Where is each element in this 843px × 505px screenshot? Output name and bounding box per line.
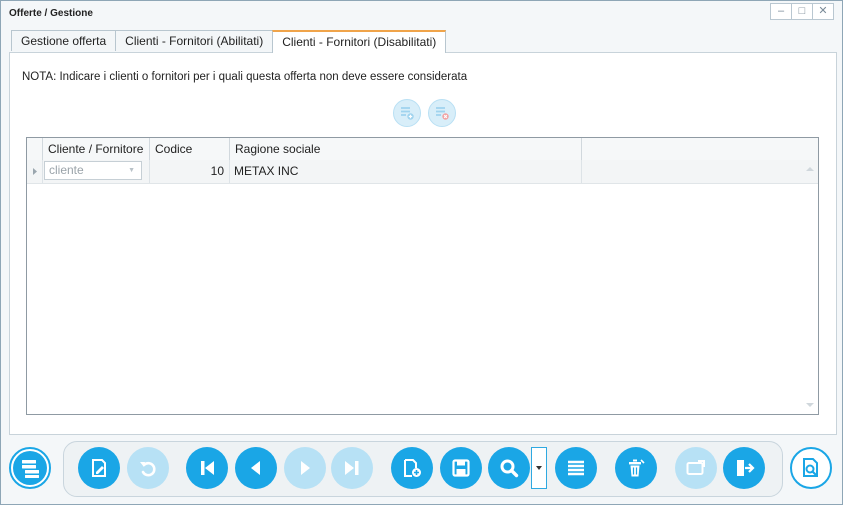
- add-list-button[interactable]: [393, 99, 421, 127]
- undo-button[interactable]: [127, 447, 169, 489]
- previous-button[interactable]: [235, 447, 277, 489]
- save-icon: [452, 459, 470, 477]
- column-header-cliente-fornitore[interactable]: Cliente / Fornitore: [43, 138, 150, 160]
- tab-gestione-offerta[interactable]: Gestione offerta: [11, 30, 117, 51]
- save-button[interactable]: [440, 447, 482, 489]
- next-icon: [301, 461, 310, 475]
- remove-list-button[interactable]: [428, 99, 456, 127]
- edit-document-icon: [92, 459, 106, 477]
- table-row[interactable]: cliente ▼ 10 METAX INC: [27, 160, 818, 184]
- search-icon: [500, 459, 519, 478]
- last-icon: [345, 461, 359, 475]
- first-icon: [201, 461, 214, 475]
- last-button[interactable]: [331, 447, 373, 489]
- menu-button[interactable]: [9, 447, 51, 489]
- cell-ragione-sociale: METAX INC: [230, 160, 582, 183]
- menu-grid-icon: [22, 460, 39, 478]
- list-icon: [568, 460, 584, 476]
- previous-icon: [251, 461, 260, 475]
- add-list-icon: [401, 107, 414, 120]
- tipo-combo[interactable]: cliente ▼: [44, 161, 142, 180]
- preview-button[interactable]: [790, 447, 832, 489]
- row-indicator-header: [27, 138, 43, 160]
- menu-button-inner: [13, 451, 47, 485]
- tab-clienti-fornitori-abilitati[interactable]: Clienti - Fornitori (Abilitati): [115, 30, 274, 51]
- document-search-icon: [803, 458, 818, 477]
- title-bar: Offerte / Gestione – □ ✕: [1, 1, 842, 25]
- transfer-button[interactable]: [675, 447, 717, 489]
- row-indicator: [27, 160, 43, 183]
- tipo-combo-value: cliente: [49, 163, 84, 177]
- note-text: NOTA: Indicare i clienti o fornitori per…: [22, 71, 468, 83]
- minimize-button[interactable]: –: [770, 3, 792, 20]
- window-controls: – □ ✕: [770, 3, 834, 20]
- window-title: Offerte / Gestione: [9, 8, 93, 19]
- edit-button[interactable]: [78, 447, 120, 489]
- exit-button[interactable]: [723, 447, 765, 489]
- transfer-card-icon: [686, 460, 705, 475]
- undo-icon: [140, 461, 156, 477]
- tab-clienti-fornitori-disabilitati[interactable]: Clienti - Fornitori (Disabilitati): [272, 30, 447, 53]
- column-header-ragione-sociale[interactable]: Ragione sociale: [230, 138, 582, 160]
- data-grid: Cliente / Fornitore Codice Ragione socia…: [26, 137, 819, 415]
- new-document-icon: [404, 459, 421, 477]
- cell-cliente-fornitore: cliente ▼: [43, 160, 150, 183]
- next-button[interactable]: [284, 447, 326, 489]
- first-button[interactable]: [186, 447, 228, 489]
- panel-actions: [393, 99, 456, 127]
- cell-codice: 10: [150, 160, 230, 183]
- grid-header: Cliente / Fornitore Codice Ragione socia…: [27, 138, 818, 161]
- scroll-up-icon: [806, 167, 814, 171]
- remove-list-icon: [436, 107, 449, 120]
- delete-button[interactable]: [615, 447, 657, 489]
- column-header-codice[interactable]: Codice: [150, 138, 230, 160]
- maximize-button[interactable]: □: [791, 3, 813, 20]
- tab-panel: NOTA: Indicare i clienti o fornitori per…: [9, 52, 837, 435]
- search-options-dropdown[interactable]: [531, 447, 547, 489]
- row-pointer-icon: [33, 168, 37, 175]
- list-button[interactable]: [555, 447, 597, 489]
- close-button[interactable]: ✕: [812, 3, 834, 20]
- scroll-down-icon: [806, 403, 814, 407]
- new-button[interactable]: [391, 447, 433, 489]
- main-window: Offerte / Gestione – □ ✕ Gestione offert…: [0, 0, 843, 505]
- search-button[interactable]: [488, 447, 530, 489]
- chevron-down-icon: ▼: [128, 167, 135, 174]
- delete-icon: [629, 459, 645, 477]
- caret-down-icon: [536, 466, 542, 470]
- vertical-scrollbar[interactable]: [803, 162, 817, 410]
- exit-icon: [737, 460, 755, 476]
- tab-strip: Gestione offerta Clienti - Fornitori (Ab…: [11, 30, 447, 53]
